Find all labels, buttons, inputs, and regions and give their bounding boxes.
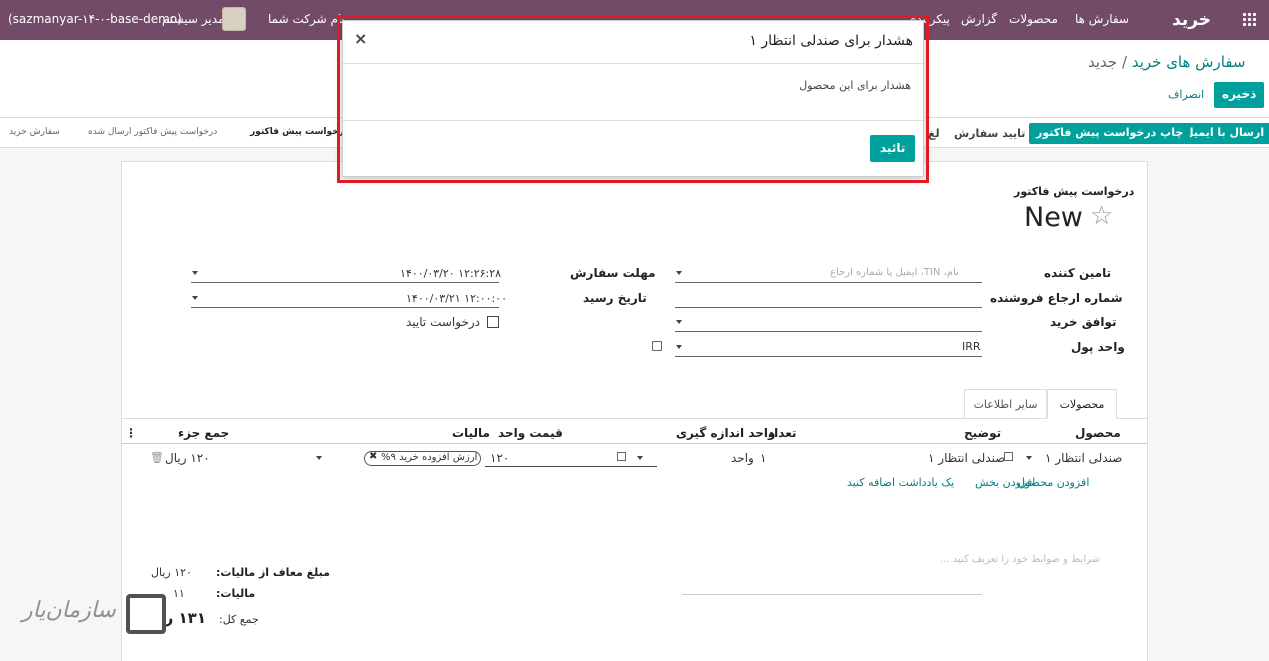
highlight-frame [337,15,929,183]
